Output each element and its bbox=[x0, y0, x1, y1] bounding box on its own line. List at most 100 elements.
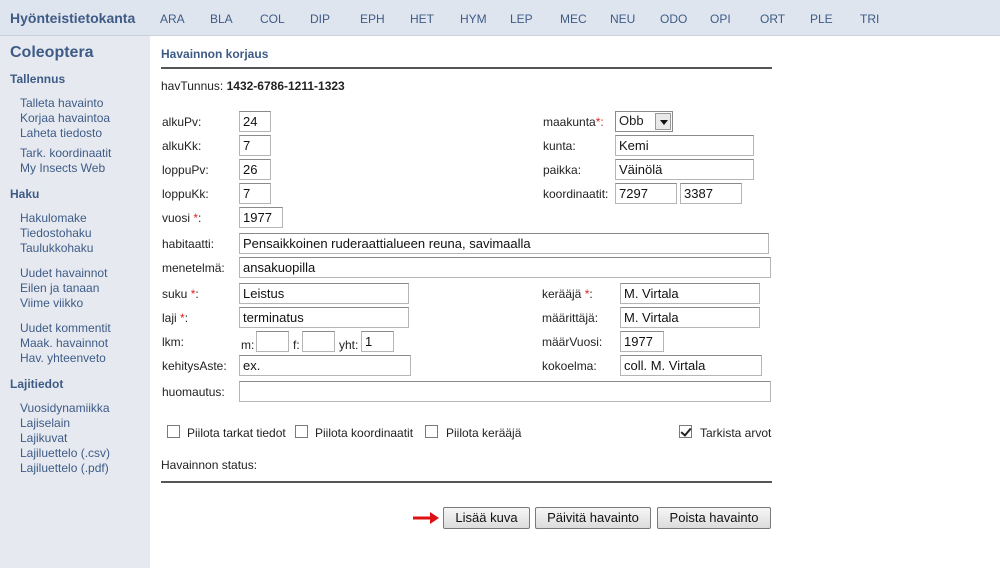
sidebar-link-lajiluettelo-pdf[interactable]: Lajiluettelo (.pdf) bbox=[20, 461, 109, 476]
maarittaja-input[interactable] bbox=[620, 307, 760, 328]
nav-ort[interactable]: ORT bbox=[760, 12, 785, 26]
nav-ple[interactable]: PLE bbox=[810, 12, 833, 26]
chevron-down-icon[interactable] bbox=[655, 113, 671, 130]
nav-neu[interactable]: NEU bbox=[610, 12, 635, 26]
label-kokoelma: kokoelma: bbox=[542, 359, 597, 373]
site-title[interactable]: Hyönteistietokanta bbox=[10, 10, 135, 26]
divider-top bbox=[161, 67, 772, 69]
nav-odo[interactable]: ODO bbox=[660, 12, 687, 26]
label-paikka: paikka: bbox=[543, 163, 582, 177]
paikka-input[interactable] bbox=[615, 159, 754, 180]
huomautus-input[interactable] bbox=[239, 381, 771, 402]
kehitysaste-input[interactable] bbox=[239, 355, 411, 376]
sidebar-link-lajiselain[interactable]: Lajiselain bbox=[20, 416, 70, 431]
sidebar-link-uudet-kommentit[interactable]: Uudet kommentit bbox=[20, 321, 111, 336]
nav-lep[interactable]: LEP bbox=[510, 12, 533, 26]
nav-hym[interactable]: HYM bbox=[460, 12, 487, 26]
keraaja-input[interactable] bbox=[620, 283, 760, 304]
paivita-havainto-button[interactable]: Päivitä havainto bbox=[535, 507, 651, 529]
kunta-input[interactable] bbox=[615, 135, 754, 156]
nav-ara[interactable]: ARA bbox=[160, 12, 185, 26]
piilota-tarkat-checkbox[interactable] bbox=[167, 425, 180, 438]
nav-bla[interactable]: BLA bbox=[210, 12, 233, 26]
havtunnus: havTunnus: 1432-6786-1211-1323 bbox=[161, 79, 345, 93]
sidebar-link-hav-yhteenveto[interactable]: Hav. yhteenveto bbox=[20, 351, 106, 366]
nav-het[interactable]: HET bbox=[410, 12, 434, 26]
vuosi-input[interactable] bbox=[239, 207, 283, 228]
havtunnus-label: havTunnus: bbox=[161, 79, 224, 93]
label-lkm: lkm: bbox=[162, 335, 184, 349]
sidebar-link-taulukkohaku[interactable]: Taulukkohaku bbox=[20, 241, 93, 256]
nav-mec[interactable]: MEC bbox=[560, 12, 587, 26]
sidebar-heading-haku: Haku bbox=[10, 187, 40, 201]
sidebar-link-maak-havainnot[interactable]: Maak. havainnot bbox=[20, 336, 108, 351]
label-maarittaja: määrittäjä: bbox=[542, 311, 599, 325]
maakunta-selected: Obb bbox=[619, 113, 644, 128]
tarkista-arvot-checkbox[interactable] bbox=[679, 425, 692, 438]
sidebar-link-hakulomake[interactable]: Hakulomake bbox=[20, 211, 87, 226]
piilota-keraaja-label: Piilota kerääjä bbox=[446, 426, 522, 440]
kokoelma-input[interactable] bbox=[620, 355, 762, 376]
label-huomautus: huomautus: bbox=[162, 385, 225, 399]
label-f: f: bbox=[293, 338, 300, 352]
lisaa-kuva-button[interactable]: Lisää kuva bbox=[443, 507, 530, 529]
sidebar-title[interactable]: Coleoptera bbox=[10, 44, 94, 62]
divider-bottom bbox=[161, 481, 772, 483]
sidebar-link-tark-koord[interactable]: Tark. koordinaatit bbox=[20, 146, 111, 161]
piilota-tarkat-label: Piilota tarkat tiedot bbox=[187, 426, 286, 440]
habitaatti-input[interactable] bbox=[239, 233, 769, 254]
label-vuosi: vuosi *: bbox=[162, 211, 202, 225]
poista-havainto-button[interactable]: Poista havainto bbox=[657, 507, 771, 529]
label-keraaja: kerääjä *: bbox=[542, 287, 593, 301]
koordinaatti-n-input[interactable] bbox=[615, 183, 677, 204]
nav-dip[interactable]: DIP bbox=[310, 12, 330, 26]
maarvuosi-input[interactable] bbox=[620, 331, 664, 352]
loppupv-input[interactable] bbox=[239, 159, 271, 180]
laji-input[interactable] bbox=[239, 307, 409, 328]
sidebar-link-lajiluettelo-csv[interactable]: Lajiluettelo (.csv) bbox=[20, 446, 110, 461]
koordinaatti-e-input[interactable] bbox=[680, 183, 742, 204]
sidebar-link-vuosidynamiikka[interactable]: Vuosidynamiikka bbox=[20, 401, 110, 416]
order-nav: ARA BLA COL DIP EPH HET HYM LEP MEC NEU … bbox=[0, 12, 1000, 26]
alkupv-input[interactable] bbox=[239, 111, 271, 132]
loppukk-input[interactable] bbox=[239, 183, 271, 204]
piilota-koordinaatit-label: Piilota koordinaatit bbox=[315, 426, 414, 440]
lkm-f-input[interactable] bbox=[302, 331, 335, 352]
label-menetelma: menetelmä: bbox=[162, 261, 225, 275]
sidebar-link-viime-viikko[interactable]: Viime viikko bbox=[20, 296, 83, 311]
lkm-m-input[interactable] bbox=[256, 331, 289, 352]
menetelma-input[interactable] bbox=[239, 257, 771, 278]
nav-tri[interactable]: TRI bbox=[860, 12, 879, 26]
top-bar: ARA BLA COL DIP EPH HET HYM LEP MEC NEU … bbox=[0, 0, 1000, 36]
label-suku: suku *: bbox=[162, 287, 199, 301]
nav-opi[interactable]: OPI bbox=[710, 12, 731, 26]
nav-col[interactable]: COL bbox=[260, 12, 285, 26]
sidebar-heading-lajitiedot: Lajitiedot bbox=[10, 377, 64, 391]
red-arrow-icon bbox=[413, 512, 439, 524]
label-kehitysaste: kehitysAste: bbox=[162, 359, 227, 373]
nav-eph[interactable]: EPH bbox=[360, 12, 385, 26]
label-alkukk: alkuKk: bbox=[162, 139, 202, 153]
sidebar-link-eilen[interactable]: Eilen ja tanaan bbox=[20, 281, 99, 296]
maakunta-select[interactable]: Obb bbox=[615, 111, 673, 132]
label-yht: yht: bbox=[339, 338, 359, 352]
suku-input[interactable] bbox=[239, 283, 409, 304]
sidebar-link-korjaa[interactable]: Korjaa havaintoa bbox=[20, 111, 110, 126]
sidebar-link-talleta[interactable]: Talleta havainto bbox=[20, 96, 103, 111]
label-maarvuosi: määrVuosi: bbox=[542, 335, 603, 349]
piilota-koordinaatit-checkbox[interactable] bbox=[295, 425, 308, 438]
sidebar-heading-tallennus: Tallennus bbox=[10, 72, 66, 86]
label-loppupv: loppuPv: bbox=[162, 163, 209, 177]
sidebar-link-laheta[interactable]: Laheta tiedosto bbox=[20, 126, 102, 141]
sidebar-link-uudet-havainnot[interactable]: Uudet havainnot bbox=[20, 266, 107, 281]
sidebar-link-my-insects[interactable]: My Insects Web bbox=[20, 161, 105, 176]
label-koordinaatit: koordinaatit: bbox=[543, 187, 609, 201]
sidebar-link-tiedostohaku[interactable]: Tiedostohaku bbox=[20, 226, 92, 241]
label-loppukk: loppuKk: bbox=[162, 187, 209, 201]
main-content: Havainnon korjaus havTunnus: 1432-6786-1… bbox=[150, 36, 1000, 568]
status-label: Havainnon status: bbox=[161, 458, 258, 472]
sidebar-link-lajikuvat[interactable]: Lajikuvat bbox=[20, 431, 67, 446]
piilota-keraaja-checkbox[interactable] bbox=[425, 425, 438, 438]
alkukk-input[interactable] bbox=[239, 135, 271, 156]
lkm-yht-input[interactable] bbox=[361, 331, 394, 352]
